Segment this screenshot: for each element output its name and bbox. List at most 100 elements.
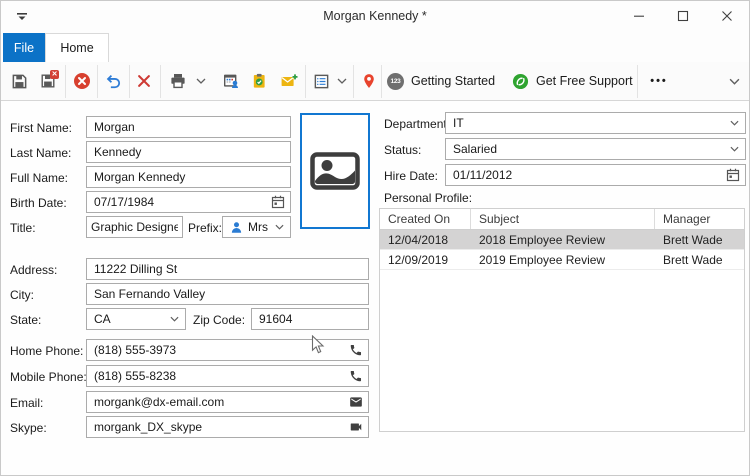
send-mail-button[interactable] [277,68,301,94]
save-button[interactable] [7,68,31,94]
chevron-down-icon [196,78,206,84]
mobile-phone-label: Mobile Phone: [10,370,87,384]
status-combo[interactable]: Salaried [445,138,746,160]
grid-cell-manager: Brett Wade [655,230,744,249]
zip-code-input[interactable] [251,308,369,330]
chevron-down-icon [730,120,739,126]
map-button[interactable] [357,68,381,94]
printer-icon [169,72,187,90]
image-placeholder-icon [310,152,360,190]
last-name-label: Last Name: [10,146,71,160]
prefix-label: Prefix: [188,221,222,235]
grid-header-subject[interactable]: Subject [471,209,655,229]
prefix-combo[interactable]: Mrs [222,216,291,238]
calendar-user-icon [222,72,240,90]
state-combo[interactable]: CA [86,308,186,330]
department-combo[interactable]: IT [445,112,746,134]
title-input[interactable] [86,216,183,238]
address-input[interactable] [86,258,369,280]
email-label: Email: [10,396,43,410]
save-and-close-button[interactable]: ✕ [36,68,60,94]
save-icon [11,73,28,90]
birth-date-input[interactable] [86,191,291,213]
meetings-calendar-button[interactable] [219,68,243,94]
map-pin-icon [361,72,377,90]
app-window: Morgan Kennedy * File Home ✕ [0,0,750,476]
skype-input[interactable] [86,416,369,438]
toolbar-separator [65,65,66,98]
state-value: CA [94,312,111,326]
get-free-support-button[interactable]: Get Free Support [512,68,633,94]
cancel-icon [73,72,91,90]
grid-header-manager[interactable]: Manager [655,209,744,229]
grid-cell-created-on: 12/09/2019 [380,250,471,269]
save-and-close-icon: ✕ [40,73,56,89]
toolbar-separator [381,65,382,98]
personal-profile-label: Personal Profile: [384,191,472,205]
home-phone-input[interactable] [86,339,369,361]
print-dropdown-chevron[interactable] [194,74,208,88]
full-name-input[interactable] [86,166,291,188]
hire-date-label: Hire Date: [384,169,438,183]
grid-header-created-on[interactable]: Created On [380,209,471,229]
undo-icon [105,73,122,90]
chevron-down-icon [170,316,179,322]
zip-code-label: Zip Code: [193,313,245,327]
123-badge-icon: 123 [387,73,404,90]
grid-row-selected[interactable]: 12/04/2018 2018 Employee Review Brett Wa… [380,230,744,250]
grid-cell-subject: 2019 Employee Review [471,250,655,269]
undo-button[interactable] [101,68,125,94]
birth-date-label: Birth Date: [10,196,67,210]
grid-cell-manager: Brett Wade [655,250,744,269]
home-phone-label: Home Phone: [10,344,83,358]
skype-label: Skype: [10,421,47,435]
getting-started-label: Getting Started [411,74,495,88]
tasks-button[interactable] [247,68,271,94]
grid-cell-subject: 2018 Employee Review [471,230,655,249]
department-value: IT [453,116,464,130]
minimize-button[interactable] [617,1,661,31]
employee-photo-placeholder[interactable] [300,113,370,229]
getting-started-button[interactable]: 123 Getting Started [387,68,495,94]
toolbar-overflow-button[interactable]: ••• [644,68,674,94]
status-label: Status: [384,143,421,157]
first-name-input[interactable] [86,116,291,138]
cancel-button[interactable] [70,68,94,94]
list-icon [313,73,330,90]
ribbon-tab-row: File Home [1,31,749,62]
city-input[interactable] [86,283,369,305]
prefix-value: Mrs [248,220,268,234]
hire-date-input[interactable] [445,164,746,186]
delete-icon [136,73,152,89]
list-view-dropdown-chevron[interactable] [335,74,349,88]
title-label: Title: [10,221,36,235]
tab-home[interactable]: Home [45,33,109,62]
email-input[interactable] [86,391,369,413]
get-free-support-label: Get Free Support [536,74,633,88]
toolbar-separator [353,65,354,98]
close-button[interactable] [705,1,749,31]
personal-profile-grid: Created On Subject Manager 12/04/2018 20… [379,208,745,432]
toolbar-separator [305,65,306,98]
tab-file[interactable]: File [3,33,45,62]
delete-button[interactable] [132,68,156,94]
status-value: Salaried [453,142,497,156]
mobile-phone-input[interactable] [86,365,369,387]
chevron-down-icon [275,224,284,230]
toolbar-separator [129,65,130,98]
mail-plus-icon [280,72,298,90]
last-name-input[interactable] [86,141,291,163]
grid-row[interactable]: 12/09/2019 2019 Employee Review Brett Wa… [380,250,744,270]
grid-cell-created-on: 12/04/2018 [380,230,471,249]
minimize-icon [633,10,645,22]
ribbon-collapse-chevron[interactable] [727,74,741,88]
chevron-down-icon [337,78,347,84]
toolbar-separator [97,65,98,98]
city-label: City: [10,288,34,302]
address-label: Address: [10,263,57,277]
print-button[interactable] [166,68,190,94]
chevron-down-icon [729,78,740,85]
maximize-button[interactable] [661,1,705,31]
list-view-button[interactable] [309,68,333,94]
toolbar-separator [160,65,161,98]
